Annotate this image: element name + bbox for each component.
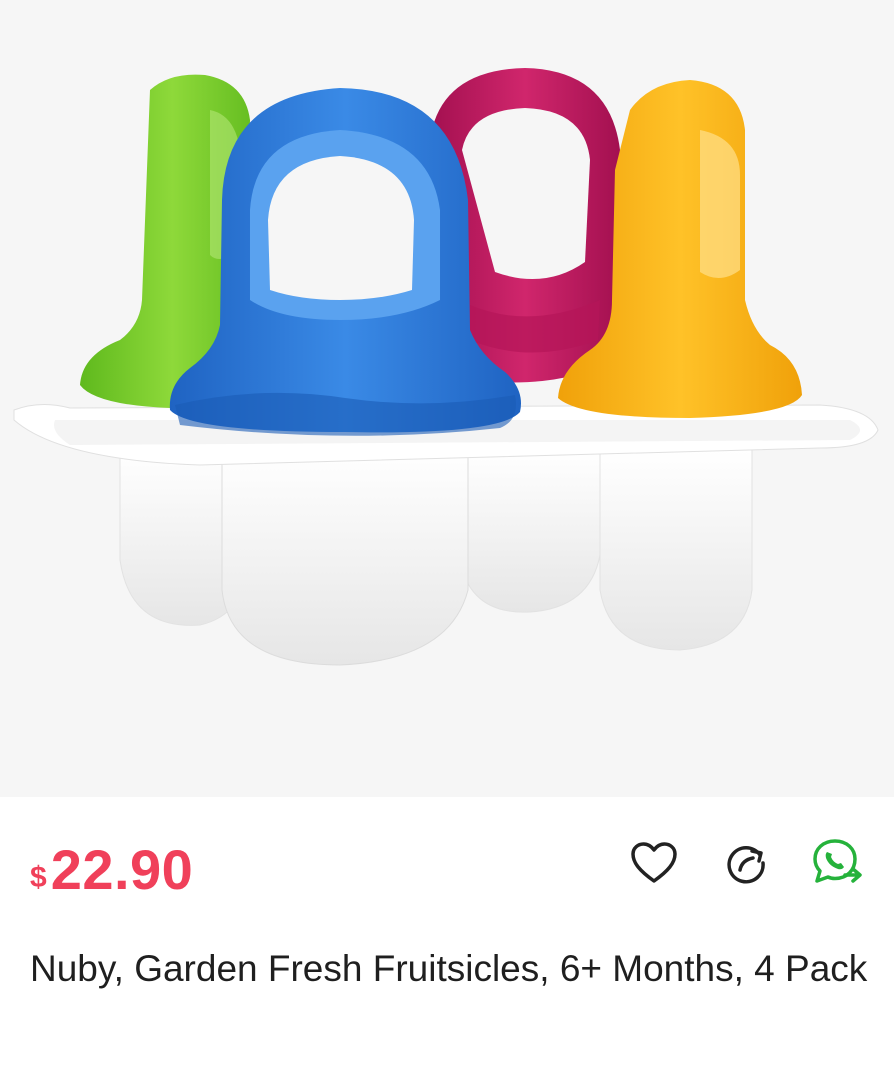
wishlist-button[interactable] [626, 835, 682, 891]
whatsapp-share-button[interactable] [810, 835, 866, 891]
currency-symbol: $ [30, 861, 47, 894]
fruitsicle-molds-illustration [13, 68, 879, 666]
mold-cups [119, 449, 753, 666]
price: $ 22.90 [30, 837, 193, 902]
share-icon [727, 846, 765, 884]
product-actions [626, 835, 866, 891]
heart-icon [631, 842, 677, 883]
product-info: $ 22.90 Nuby, Garden Fresh Fruitsicles, … [0, 797, 894, 1080]
product-title: Nuby, Garden Fresh Fruitsicles, 6+ Month… [30, 948, 868, 989]
whatsapp-icon [813, 839, 862, 883]
product-image[interactable] [0, 0, 894, 797]
price-value: 22.90 [50, 838, 194, 901]
share-button[interactable] [718, 835, 774, 891]
